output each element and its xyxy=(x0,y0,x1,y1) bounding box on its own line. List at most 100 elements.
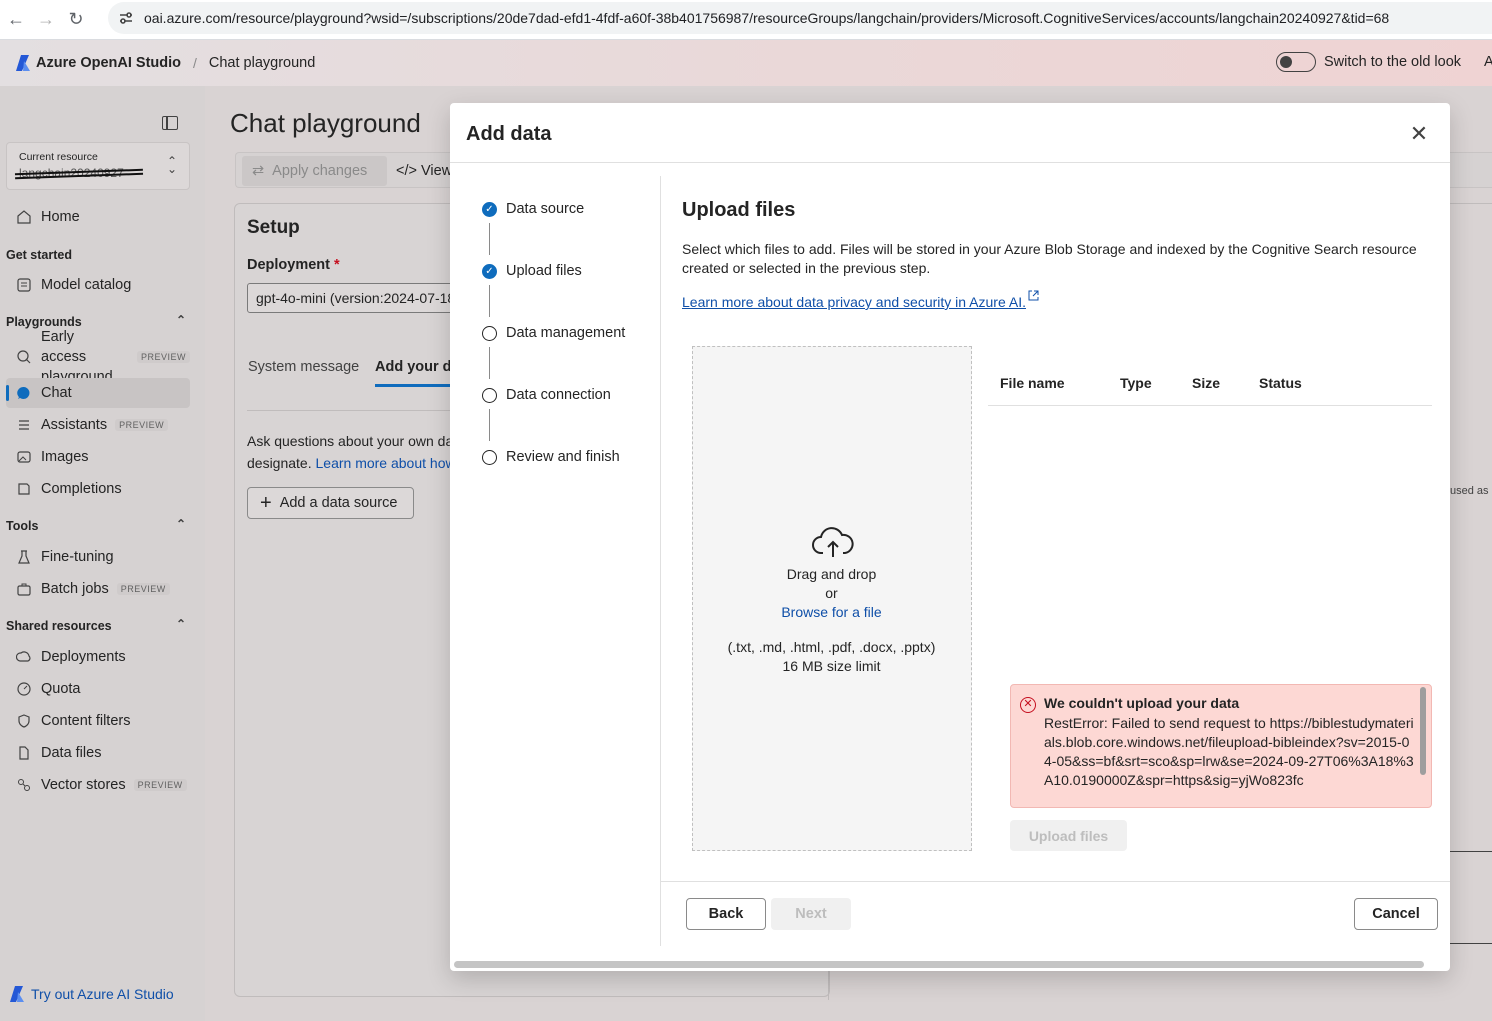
upload-files-heading: Upload files xyxy=(682,199,796,221)
checkmark-icon: ✓ xyxy=(482,201,497,217)
chevron-up-down-icon: ⌃ ⌄ xyxy=(167,154,178,176)
section-tools[interactable]: Tools ⌃ xyxy=(6,517,190,533)
step-connector xyxy=(489,409,490,441)
active-tab-indicator xyxy=(375,384,455,387)
sidebar-item-completions[interactable]: Completions xyxy=(6,474,190,504)
assistants-icon xyxy=(16,417,32,433)
panel-divider xyxy=(828,970,829,1000)
sidebar-item-chat[interactable]: Chat xyxy=(6,378,190,408)
sidebar-item-quota[interactable]: Quota xyxy=(6,674,190,704)
description-line-1: Ask questions about your own da xyxy=(247,433,454,449)
home-icon xyxy=(16,209,32,225)
file-types-text: (.txt, .md, .html, .pdf, .docx, .pptx) xyxy=(727,639,936,655)
sidebar-item-vector-stores[interactable]: Vector stores PREVIEW xyxy=(6,770,190,800)
sidebar-item-label: Data files xyxy=(41,745,102,761)
upload-error-message: ✕ We couldn't upload your data RestError… xyxy=(1010,684,1432,808)
step-label: Review and finish xyxy=(506,449,620,465)
forward-arrow-icon[interactable]: → xyxy=(32,6,60,34)
try-ai-studio-label: Try out Azure AI Studio xyxy=(31,986,174,1002)
back-button[interactable]: Back xyxy=(686,898,766,930)
column-file-name[interactable]: File name xyxy=(1000,375,1065,391)
cloud-upload-icon xyxy=(812,527,854,557)
column-size[interactable]: Size xyxy=(1192,375,1220,391)
error-circle-icon: ✕ xyxy=(1020,697,1036,713)
sidebar-item-fine-tuning[interactable]: Fine-tuning xyxy=(6,542,190,572)
description-line-2: designate. xyxy=(247,455,312,471)
browse-file-link[interactable]: Browse for a file xyxy=(693,604,970,620)
next-button[interactable]: Next xyxy=(771,898,851,930)
setup-title: Setup xyxy=(247,217,300,238)
plus-icon: + xyxy=(260,492,272,514)
preview-badge: PREVIEW xyxy=(116,583,170,595)
file-drop-zone[interactable]: Drag and drop or Browse for a file (.txt… xyxy=(692,346,972,851)
reload-icon[interactable]: ↻ xyxy=(62,6,90,34)
url-text: oai.azure.com/resource/playground?wsid=/… xyxy=(144,10,1390,26)
sidebar-item-assistants[interactable]: Assistants PREVIEW xyxy=(6,410,190,440)
chevron-up-icon[interactable]: ⌃ xyxy=(176,517,186,531)
step-label: Data source xyxy=(506,201,585,217)
site-settings-icon[interactable] xyxy=(118,10,134,26)
app-header: Azure OpenAI Studio / Chat playground Sw… xyxy=(0,40,1492,86)
sidebar-item-batch-jobs[interactable]: Batch jobs PREVIEW xyxy=(6,574,190,604)
images-icon xyxy=(16,449,32,465)
back-arrow-icon[interactable]: ← xyxy=(2,6,30,34)
chevron-up-icon[interactable]: ⌃ xyxy=(176,313,186,327)
empty-circle-icon xyxy=(482,325,497,341)
preview-badge: PREVIEW xyxy=(136,351,190,363)
column-type[interactable]: Type xyxy=(1120,375,1152,391)
tab-add-your-data[interactable]: Add your data xyxy=(375,359,450,375)
tab-system-message[interactable]: System message xyxy=(248,359,359,375)
learn-more-link[interactable]: Learn more about how xyxy=(316,455,456,471)
azure-ai-studio-icon xyxy=(10,986,24,1002)
sidebar-item-content-filters[interactable]: Content filters xyxy=(6,706,190,736)
add-data-dialog: Add data ✕ ✓ Data source ✓ Upload files … xyxy=(450,103,1450,971)
sidebar-item-data-files[interactable]: Data files xyxy=(6,738,190,768)
header-cut-text: A xyxy=(1484,54,1492,70)
step-data-management: Data management xyxy=(482,323,625,343)
deployment-select[interactable]: gpt-4o-mini (version:2024-07-18) xyxy=(247,283,467,313)
chevron-up-icon[interactable]: ⌃ xyxy=(176,617,186,631)
error-scrollbar[interactable] xyxy=(1420,687,1426,775)
brand-name[interactable]: Azure OpenAI Studio xyxy=(36,55,181,71)
close-icon[interactable]: ✕ xyxy=(1408,123,1430,145)
collapse-sidebar-icon[interactable] xyxy=(162,116,178,130)
step-connector xyxy=(489,347,490,379)
right-divider xyxy=(1450,943,1492,944)
sidebar-item-model-catalog[interactable]: Model catalog xyxy=(6,270,190,300)
sidebar-item-home[interactable]: Home xyxy=(6,202,190,232)
view-code-button[interactable]: </> View xyxy=(396,163,452,179)
section-label: Shared resources xyxy=(6,619,112,633)
view-code-label: View xyxy=(421,163,453,179)
upload-files-button[interactable]: Upload files xyxy=(1010,820,1127,851)
section-shared-resources[interactable]: Shared resources ⌃ xyxy=(6,617,190,633)
preview-badge: PREVIEW xyxy=(115,419,169,431)
apply-changes-button[interactable]: ⇄ Apply changes xyxy=(242,156,387,186)
step-label: Upload files xyxy=(506,263,582,279)
preview-badge: PREVIEW xyxy=(133,779,187,791)
privacy-learn-more-link[interactable]: Learn more about data privacy and securi… xyxy=(682,294,1026,310)
add-data-source-button[interactable]: + Add a data source xyxy=(247,487,414,519)
horizontal-scrollbar[interactable] xyxy=(454,961,1424,968)
required-asterisk: * xyxy=(334,257,340,273)
fine-tuning-icon xyxy=(16,549,32,565)
resource-selector[interactable]: Current resource langchain20240927 ⌃ ⌄ xyxy=(6,142,190,190)
step-label: Data connection xyxy=(506,387,611,403)
sidebar-item-images[interactable]: Images xyxy=(6,442,190,472)
error-body: RestError: Failed to send request to htt… xyxy=(1044,715,1414,788)
used-as-text: used as xyxy=(1450,485,1489,497)
column-status[interactable]: Status xyxy=(1259,375,1302,391)
sidebar-item-label: Completions xyxy=(41,481,122,497)
step-data-source: ✓ Data source xyxy=(482,199,584,219)
vector-stores-icon xyxy=(16,777,32,793)
old-look-toggle[interactable] xyxy=(1276,52,1316,72)
breadcrumb[interactable]: Chat playground xyxy=(209,55,315,71)
cancel-button[interactable]: Cancel xyxy=(1354,898,1438,930)
address-bar[interactable]: oai.azure.com/resource/playground?wsid=/… xyxy=(108,2,1492,34)
try-ai-studio-link[interactable]: Try out Azure AI Studio xyxy=(10,986,174,1002)
dialog-header-divider xyxy=(450,162,1450,163)
sidebar-item-early-access[interactable]: Early access playground PREVIEW xyxy=(6,329,190,385)
sidebar-item-deployments[interactable]: Deployments xyxy=(6,642,190,672)
size-limit-text: 16 MB size limit xyxy=(782,658,881,674)
shield-icon xyxy=(16,713,32,729)
step-data-connection: Data connection xyxy=(482,385,611,405)
